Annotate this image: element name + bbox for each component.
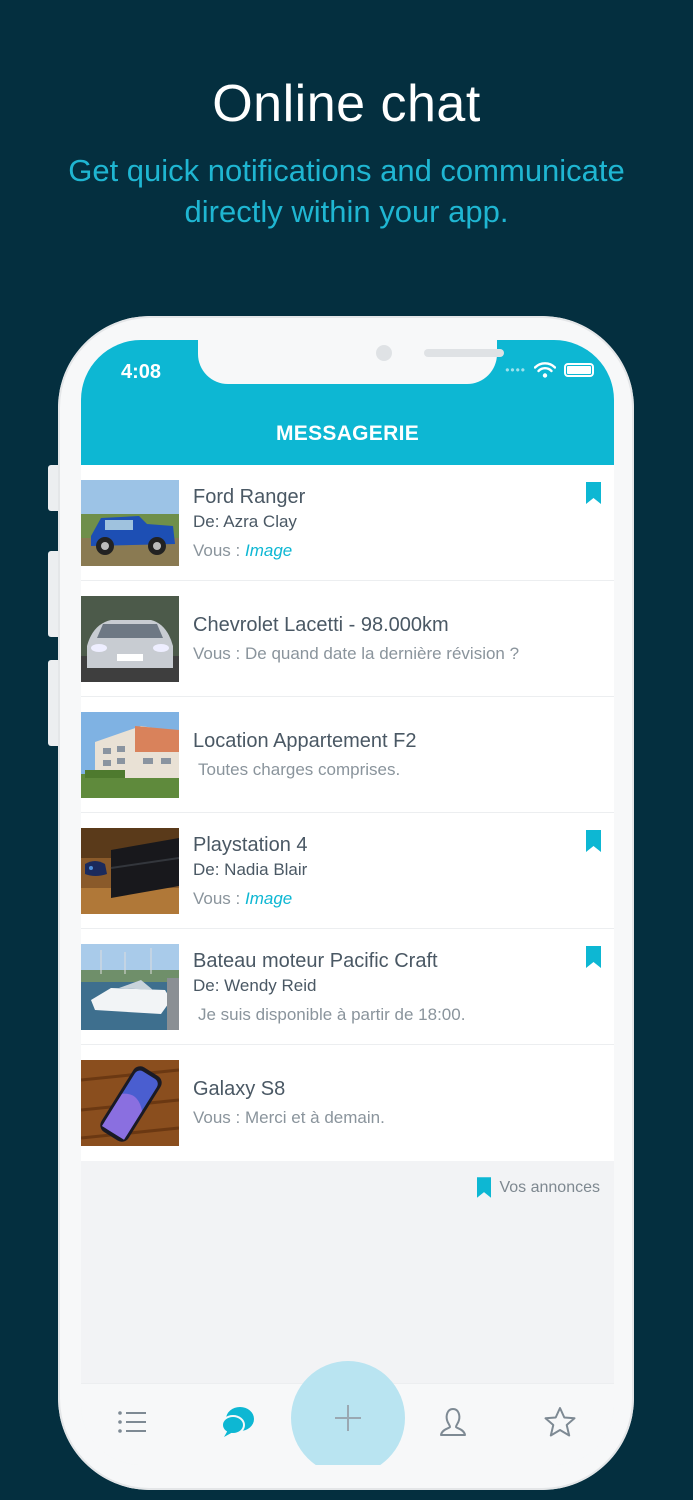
conversation-title: Chevrolet Lacetti - 98.000km [193,614,449,636]
wifi-icon [534,362,556,378]
conversation-title: Location Appartement F2 [193,730,417,752]
conversation-last-message: Vous : Image [193,889,292,909]
message-prefix: Vous : [193,889,245,908]
conversation-item[interactable]: Galaxy S8 Vous : Merci et à demain. [81,1045,614,1161]
thumbnail-image [81,1060,179,1146]
message-text: Toutes charges comprises. [198,760,401,779]
message-prefix: Vous : [193,644,245,663]
status-icons: •••• [505,362,594,378]
conversation-title: Galaxy S8 [193,1078,286,1100]
status-time: 4:08 [121,361,162,383]
conversation-title: Playstation 4 [193,834,308,856]
conversation-item[interactable]: Playstation 4 De: Nadia Blair Vous : Ima… [81,813,614,929]
thumbnail-image [81,596,179,682]
add-listing-button[interactable] [291,1361,405,1465]
user-icon [440,1408,466,1436]
conversation-item[interactable]: Chevrolet Lacetti - 98.000km Vous : De q… [81,581,614,697]
message-text: Je suis disponible à partir de 18:00. [198,1005,466,1024]
app-header: 4:08 •••• MESSAGERIE [81,340,614,465]
message-image-label: Image [244,541,293,560]
promo-title: Online chat [212,75,481,133]
thumbnail-image [81,712,179,798]
speaker-grille [424,349,504,357]
phone-volume-up-button [48,551,58,637]
conversation-list: Ford Ranger De: Azra Clay Vous : Image C… [81,465,614,1161]
star-icon [544,1407,576,1437]
thumbnail-image [81,828,179,914]
signal-dots-icon: •••• [505,363,526,377]
conversation-sender: De: Wendy Reid [193,976,317,995]
tab-messages[interactable] [218,1402,258,1442]
message-text: Merci et à demain. [244,1108,385,1127]
bookmark-icon [477,1177,492,1198]
message-prefix: Vous : [193,1108,245,1127]
conversation-last-message: Toutes charges comprises. [198,760,400,780]
phone-screen: 4:08 •••• MESSAGERIE Ford Ranger De: Azr… [81,340,614,1465]
phone-volume-down-button [48,660,58,746]
plus-icon [335,1405,361,1431]
thumbnail-image [81,480,179,566]
message-prefix: Vous : [193,541,245,560]
bookmark-legend: Vos annonces [477,1177,600,1198]
page-title: MESSAGERIE [275,422,420,445]
conversation-sender: De: Azra Clay [193,512,297,531]
conversation-last-message: Vous : Image [193,541,292,561]
bookmark-icon[interactable] [586,830,601,852]
conversation-title: Ford Ranger [193,486,306,508]
conversation-title: Bateau moteur Pacific Craft [193,950,438,972]
legend-label: Vos annonces [499,1178,600,1196]
conversation-item[interactable]: Location Appartement F2 Toutes charges c… [81,697,614,813]
tab-list[interactable] [112,1402,152,1442]
message-text: De quand date la dernière révision ? [244,644,520,663]
bookmark-icon[interactable] [586,946,601,968]
list-icon [118,1411,146,1433]
bookmark-icon[interactable] [586,482,601,504]
chat-bubble-icon [221,1407,254,1437]
thumbnail-image [81,944,179,1030]
conversation-last-message: Vous : De quand date la dernière révisio… [193,644,519,664]
conversation-last-message: Je suis disponible à partir de 18:00. [198,1005,465,1025]
promo-subtitle: Get quick notifications and communicate … [68,153,625,229]
phone-notch [198,340,504,384]
conversation-item[interactable]: Ford Ranger De: Azra Clay Vous : Image [81,465,614,581]
battery-icon [564,363,594,377]
conversation-sender: De: Nadia Blair [193,860,308,879]
tab-favorites[interactable] [540,1402,580,1442]
tab-profile[interactable] [433,1402,473,1442]
message-image-label: Image [244,889,293,908]
camera-icon [376,345,392,361]
phone-mute-switch [48,465,58,511]
conversation-last-message: Vous : Merci et à demain. [193,1108,385,1128]
conversation-item[interactable]: Bateau moteur Pacific Craft De: Wendy Re… [81,929,614,1045]
